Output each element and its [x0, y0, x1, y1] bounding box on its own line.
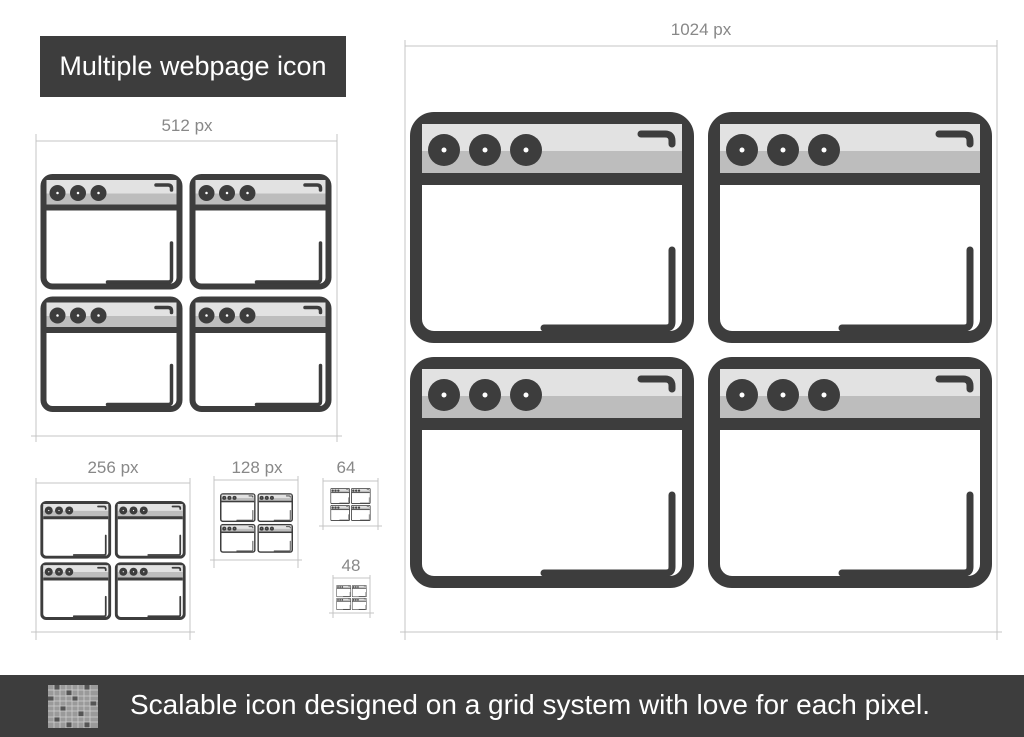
size-label-48: 48 — [341, 556, 361, 575]
size-label-1024: 1024 px — [670, 20, 732, 39]
multiple-webpage-icon-64 — [328, 488, 373, 521]
size-label-512: 512 px — [161, 116, 213, 135]
size-label-64: 64 — [336, 458, 356, 477]
size-label-256: 256 px — [87, 458, 139, 477]
multiple-webpage-icon-128 — [220, 493, 293, 553]
footer-text: Scalable icon designed on a grid system … — [130, 689, 930, 720]
multiple-webpage-icon-512 — [40, 174, 332, 412]
footer-bar: Scalable icon designed on a grid system … — [0, 675, 1024, 737]
multiple-webpage-icon-48 — [336, 585, 367, 610]
multiple-webpage-icon-256 — [40, 501, 186, 620]
size-label-128: 128 px — [231, 458, 283, 477]
pixel-grid-icon — [48, 685, 98, 728]
multiple-webpage-icon-1024 — [410, 112, 992, 588]
